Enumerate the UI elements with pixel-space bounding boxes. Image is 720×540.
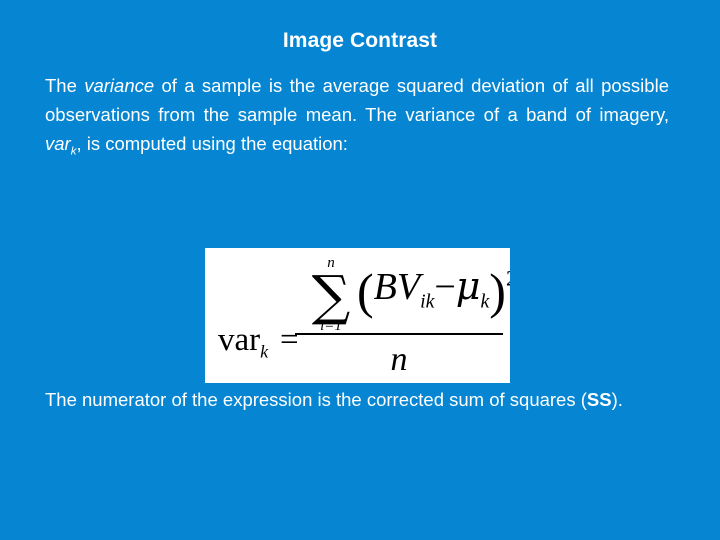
equation-lhs: vark xyxy=(218,322,268,361)
intro-vark-base: var xyxy=(45,133,71,154)
equation-denominator: n xyxy=(390,341,408,378)
equation-image: vark = n ∑ i=1 (BVik−μk)2 n xyxy=(205,248,510,383)
minus-operator: − xyxy=(434,266,456,308)
equation-numerator: n ∑ i=1 (BVik−μk)2 xyxy=(295,254,510,338)
brightness-value-subscript: ik xyxy=(420,290,435,313)
outro-paragraph: The numerator of the expression is the c… xyxy=(45,385,669,414)
outro-text-part-1: The numerator of the expression is the c… xyxy=(45,389,587,410)
close-paren: ) xyxy=(489,263,506,319)
sigma-icon: ∑ xyxy=(311,264,351,327)
outro-text-part-2: ). xyxy=(611,389,623,410)
summation-operator: n ∑ i=1 xyxy=(303,256,359,334)
intro-text-part-1: The xyxy=(45,75,85,96)
mean-symbol: μ xyxy=(455,264,481,308)
summand-expression: (BVik−μk)2 xyxy=(357,266,510,316)
equation-lhs-subscript: k xyxy=(260,341,269,362)
exponent-two: 2 xyxy=(506,265,510,290)
page-title: Image Contrast xyxy=(282,29,438,52)
intro-text-part-3: , is computed using the equation: xyxy=(76,133,348,154)
equation-content: vark = n ∑ i=1 (BVik−μk)2 n xyxy=(205,248,510,383)
intro-emphasis-variance: variance xyxy=(84,75,155,96)
intro-paragraph: The variance of a sample is the average … xyxy=(45,71,669,158)
intro-emphasis-vark: vark xyxy=(45,133,76,157)
slide-canvas: Image Contrast The variance of a sample … xyxy=(0,0,720,540)
equation-lhs-base: var xyxy=(218,322,261,358)
equation-fraction: n ∑ i=1 (BVik−μk)2 n xyxy=(295,254,510,378)
brightness-value-symbol: BV xyxy=(373,266,421,308)
fraction-bar xyxy=(295,333,503,335)
mean-subscript: k xyxy=(480,290,490,313)
open-paren: ( xyxy=(357,263,374,319)
outro-emphasis-ss: SS xyxy=(586,389,612,410)
